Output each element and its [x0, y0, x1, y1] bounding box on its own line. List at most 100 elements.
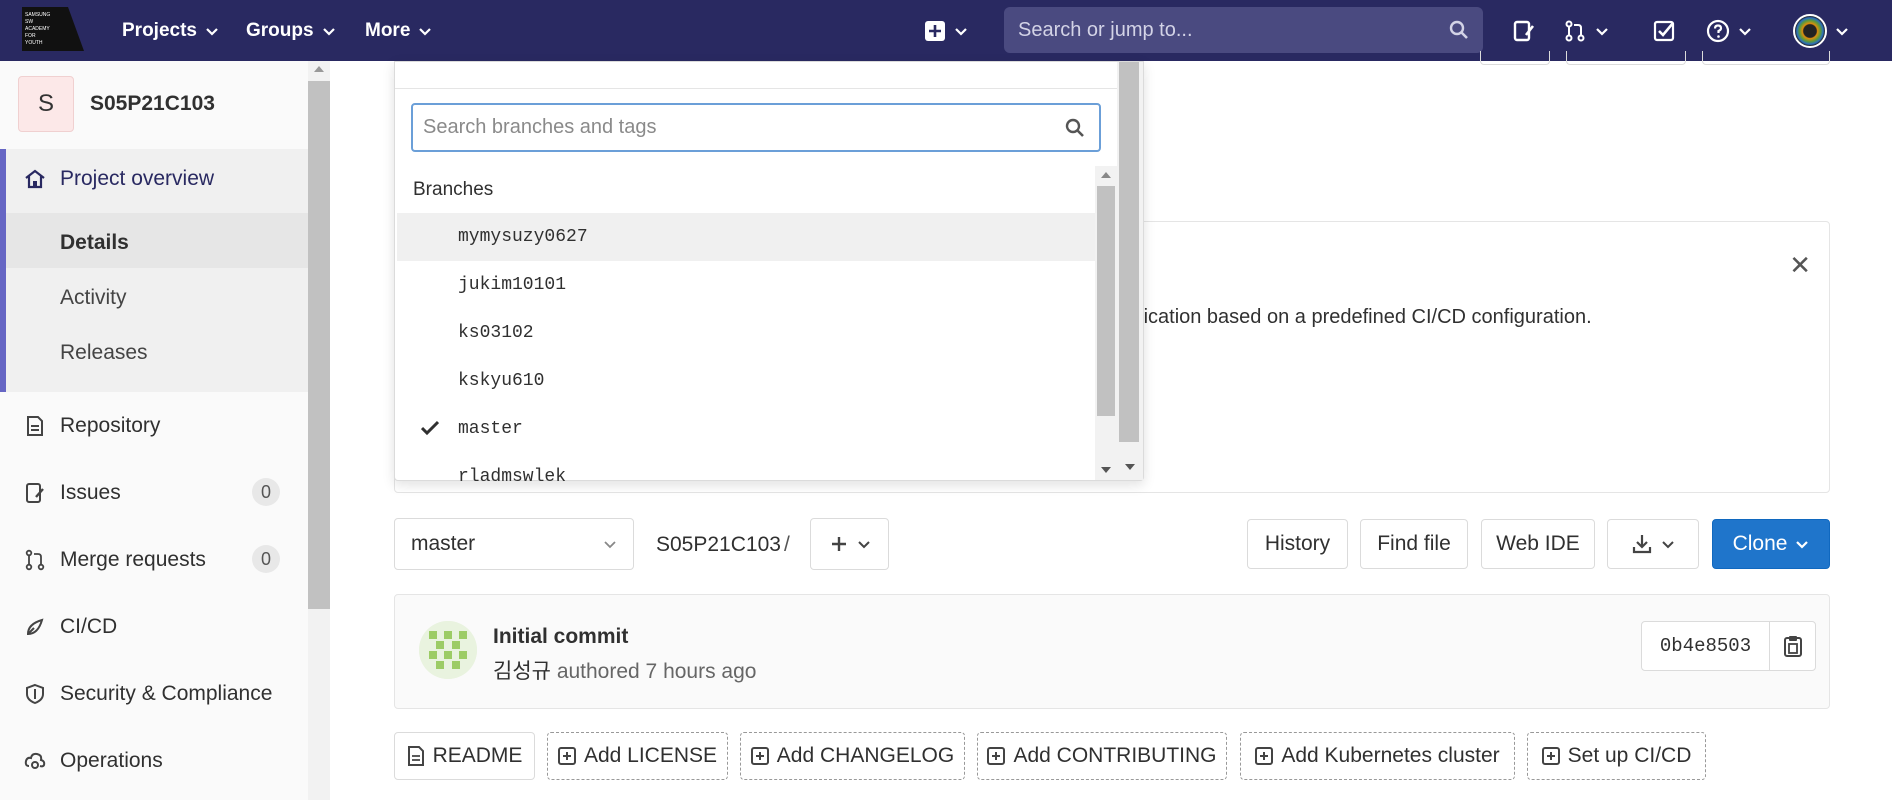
chevron-down-icon [1796, 541, 1809, 549]
rocket-icon [26, 618, 44, 636]
add-kubernetes-button[interactable]: Add Kubernetes cluster [1240, 732, 1515, 780]
partial-button[interactable] [1702, 51, 1830, 65]
more-label: More [365, 19, 411, 41]
partial-button[interactable] [1566, 51, 1686, 65]
add-to-tree-button[interactable] [810, 518, 889, 570]
scroll-down-arrow[interactable] [1101, 467, 1111, 473]
search-icon [1449, 20, 1468, 39]
branch-option-label: master [458, 419, 523, 439]
projects-label: Projects [122, 19, 197, 41]
plus-square-icon [557, 747, 576, 765]
author-avatar[interactable] [419, 621, 477, 679]
sidebar-item-security[interactable]: Security & Compliance [24, 682, 272, 706]
user-avatar [1793, 13, 1827, 48]
sidebar-item-operations[interactable]: Operations [24, 749, 163, 773]
add-contributing-button[interactable]: Add CONTRIBUTING [977, 732, 1227, 780]
add-license-button[interactable]: Add LICENSE [547, 732, 728, 780]
scrollbar-thumb[interactable] [1119, 62, 1139, 442]
shield-icon [26, 683, 44, 705]
banner-description: plication based on a predefined CI/CD co… [1128, 306, 1592, 328]
commit-title[interactable]: Initial commit [493, 625, 628, 649]
plus-square-icon [1255, 747, 1274, 765]
scroll-up-arrow[interactable] [314, 66, 324, 72]
more-menu[interactable]: More [365, 0, 432, 61]
clone-button[interactable]: Clone [1712, 519, 1830, 569]
new-item-dropdown[interactable] [924, 0, 968, 61]
sidebar-item-repository[interactable]: Repository [24, 414, 160, 438]
question-circle-icon [1706, 19, 1730, 42]
close-icon[interactable]: ✕ [1789, 250, 1811, 281]
copy-sha-button[interactable] [1770, 622, 1815, 670]
projects-menu[interactable]: Projects [122, 0, 219, 61]
web-ide-button[interactable]: Web IDE [1481, 519, 1595, 569]
svg-text:SW: SW [25, 19, 33, 25]
sidebar-item-cicd[interactable]: CI/CD [24, 615, 117, 639]
project-header[interactable]: S S05P21C103 [18, 76, 215, 132]
issues-count-badge: 0 [252, 478, 280, 506]
partial-button[interactable] [1480, 51, 1550, 65]
download-dropdown[interactable] [1607, 519, 1699, 569]
samsung-academy-logo[interactable]: SAMSUNG SW ACADEMY FOR YOUTH [22, 7, 84, 51]
setup-cicd-button[interactable]: Set up CI/CD [1527, 732, 1706, 780]
sidebar-item-label: Repository [60, 414, 161, 437]
branch-option[interactable]: rladmswlek [397, 453, 1095, 481]
repo-path[interactable]: S05P21C103 [656, 533, 781, 557]
commit-sha-group: 0b4e8503 [1641, 621, 1816, 671]
history-button[interactable]: History [1247, 519, 1348, 569]
scroll-up-arrow[interactable] [1101, 172, 1111, 178]
quick-action-label: Add Kubernetes cluster [1281, 744, 1500, 767]
groups-menu[interactable]: Groups [246, 0, 336, 61]
sidebar-item-project-overview[interactable]: Project overview [24, 167, 214, 191]
groups-label: Groups [246, 19, 314, 41]
find-file-button[interactable]: Find file [1360, 519, 1468, 569]
scroll-down-arrow[interactable] [1125, 464, 1135, 470]
sidebar-item-label: Operations [60, 749, 163, 772]
scrollbar-thumb[interactable] [1097, 186, 1115, 416]
svg-text:FOR: FOR [25, 33, 36, 39]
branch-option[interactable]: kskyu610 [397, 357, 1095, 405]
document-icon [27, 416, 43, 436]
branch-list-scrollbar[interactable] [1095, 166, 1117, 480]
branch-search[interactable] [411, 103, 1101, 152]
commit-sha[interactable]: 0b4e8503 [1642, 622, 1770, 670]
dropdown-scrollbar[interactable] [1117, 62, 1143, 480]
quick-action-label: README [432, 744, 523, 767]
sidebar-item-issues[interactable]: Issues [24, 481, 121, 505]
sidebar-item-merge-requests[interactable]: Merge requests [24, 548, 206, 572]
readme-button[interactable]: README [394, 732, 535, 780]
quick-action-label: Add CONTRIBUTING [1013, 744, 1217, 767]
clone-label: Clone [1732, 532, 1788, 555]
branch-dropdown-menu: Branches mymysuzy0627 jukim10101 ks03102… [394, 61, 1144, 481]
add-changelog-button[interactable]: Add CHANGELOG [740, 732, 965, 780]
scrollbar-thumb[interactable] [308, 81, 330, 609]
branch-option[interactable]: ks03102 [397, 309, 1095, 357]
global-search[interactable] [1004, 7, 1483, 53]
commit-author[interactable]: 김성규 [493, 660, 551, 683]
branch-selector[interactable]: master [394, 518, 634, 570]
chevron-down-icon [1836, 27, 1848, 36]
chevron-down-icon [1739, 27, 1751, 36]
chevron-down-icon [206, 27, 218, 36]
svg-text:YOUTH: YOUTH [25, 40, 43, 46]
chevron-down-icon [1596, 27, 1608, 36]
quick-action-label: Set up CI/CD [1567, 744, 1692, 767]
branch-selected-label: master [411, 532, 476, 555]
svg-text:ACADEMY: ACADEMY [25, 26, 50, 32]
sidebar-subitem-releases[interactable]: Releases [60, 341, 148, 365]
global-search-input[interactable] [1018, 18, 1438, 42]
branch-option-selected[interactable]: master [397, 405, 1095, 453]
sidebar-subitem-activity[interactable]: Activity [60, 286, 127, 310]
branch-option[interactable]: mymysuzy0627 [397, 213, 1095, 261]
todo-check-icon [1653, 20, 1675, 41]
home-icon [25, 169, 45, 189]
sidebar-subitem-details[interactable]: Details [60, 231, 129, 255]
sidebar-item-label: Security & Compliance [60, 682, 273, 705]
download-icon [1632, 535, 1652, 554]
plus-square-icon [987, 747, 1006, 765]
branch-search-input[interactable] [423, 116, 1043, 139]
sidebar-scrollbar[interactable] [308, 61, 330, 800]
commit-time: authored 7 hours ago [556, 660, 757, 683]
branch-option[interactable]: jukim10101 [397, 261, 1095, 309]
commit-meta: 김성규 authored 7 hours ago [493, 655, 756, 685]
branch-list: mymysuzy0627 jukim10101 ks03102 kskyu610… [397, 213, 1095, 481]
